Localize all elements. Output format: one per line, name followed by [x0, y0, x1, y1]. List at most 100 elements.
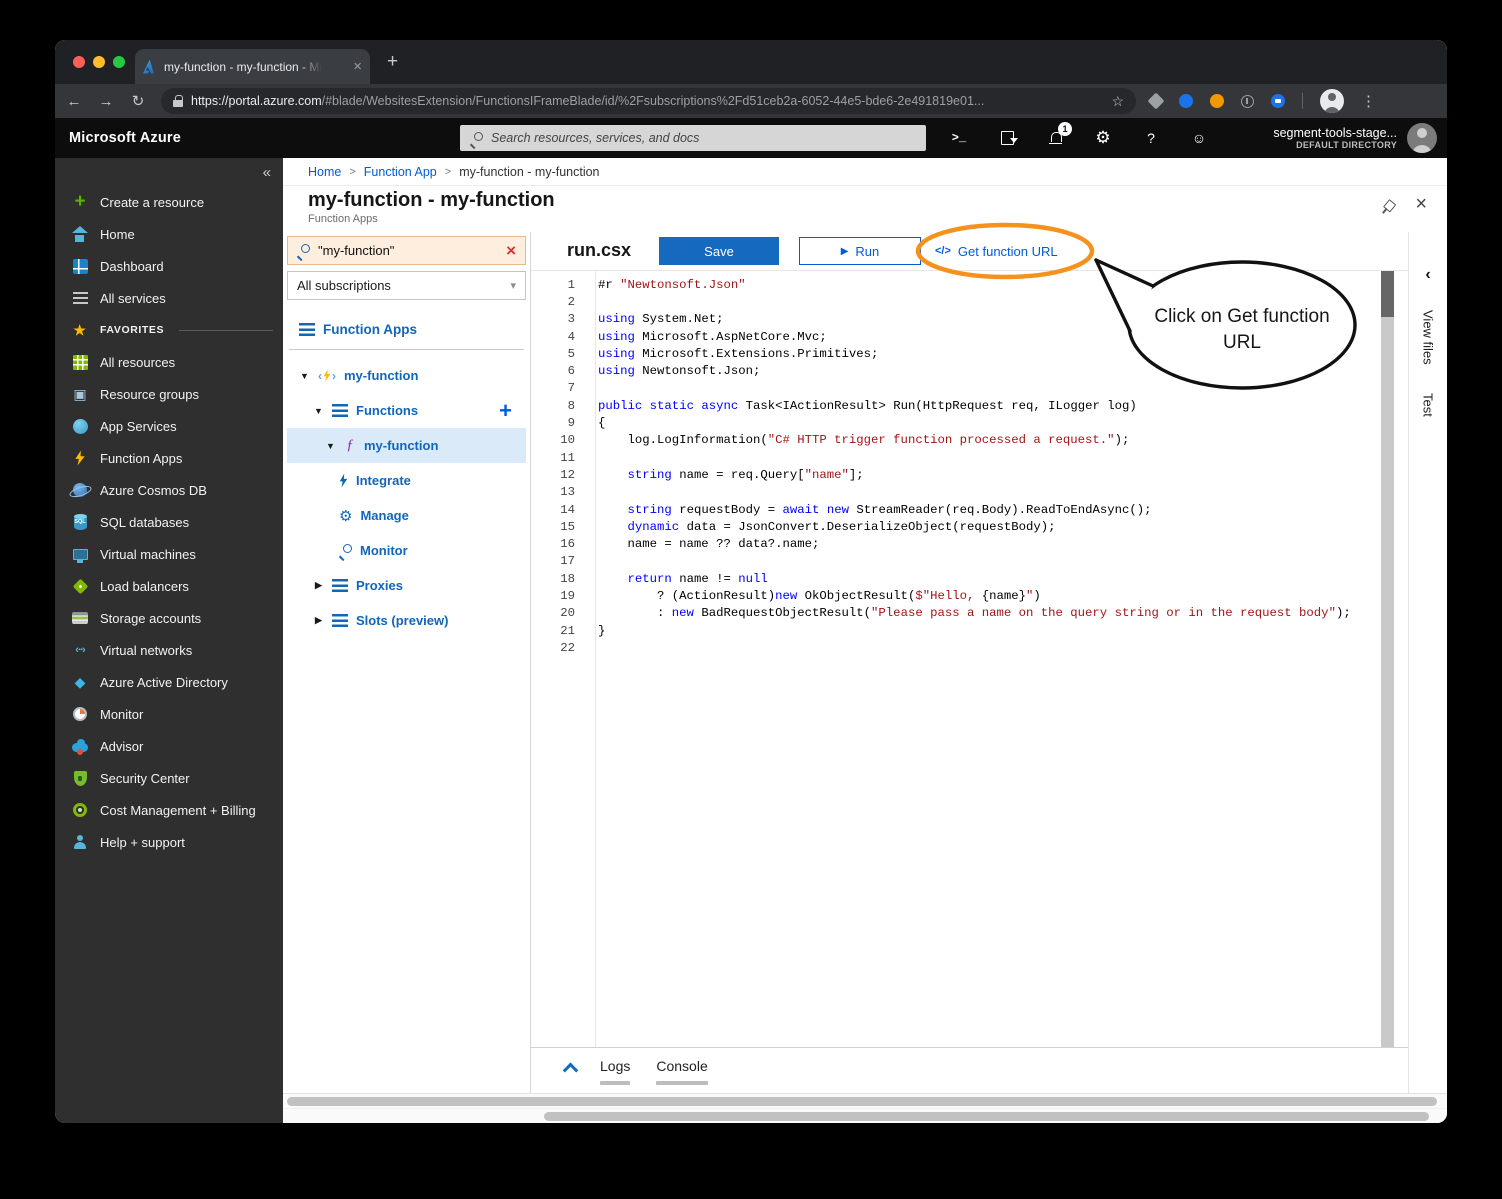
sidebar-item-virtual-machines[interactable]: Virtual machines: [55, 538, 283, 570]
refresh-icon[interactable]: ↻: [129, 92, 147, 110]
run-button[interactable]: ▶ Run: [799, 237, 921, 265]
search-icon: [470, 131, 483, 145]
right-rail: ‹ View files Test: [1409, 232, 1447, 1093]
sidebar-item-dashboard[interactable]: Dashboard: [55, 250, 283, 282]
extension-icon[interactable]: [1271, 94, 1285, 108]
close-window-button[interactable]: [73, 56, 85, 68]
function-app-icon: ‹ ›: [318, 368, 336, 383]
chevron-down-icon[interactable]: ▼: [299, 371, 310, 381]
browser-tab[interactable]: my-function - my-function - Mi ×: [135, 49, 370, 84]
extension-icon[interactable]: [1241, 94, 1254, 108]
bookmark-star-icon[interactable]: ☆: [1111, 93, 1124, 110]
sidebar-item-home[interactable]: Home: [55, 218, 283, 250]
sidebar-item-load-balancers[interactable]: Load balancers: [55, 570, 283, 602]
sidebar-item-azure-active-directory[interactable]: ◆ Azure Active Directory: [55, 666, 283, 698]
sidebar-item-create-a-resource[interactable]: + Create a resource: [55, 186, 283, 218]
add-function-button[interactable]: +: [499, 399, 512, 422]
breadcrumb-link-function-app[interactable]: Function App: [364, 165, 437, 179]
tree-item-my-function[interactable]: ▼ ‹ › my-function: [287, 358, 526, 393]
browser-profile-avatar[interactable]: [1320, 89, 1344, 113]
tab-close-icon[interactable]: ×: [353, 58, 362, 75]
subscriptions-dropdown[interactable]: All subscriptions ▾: [287, 271, 526, 300]
line-number: 2: [567, 294, 575, 309]
sidebar-item-label: Azure Active Directory: [100, 674, 228, 690]
sidebar-item-all-services[interactable]: All services: [55, 282, 283, 314]
vertical-scrollbar[interactable]: [1381, 271, 1394, 1047]
sidebar-item-all-resources[interactable]: All resources: [55, 346, 283, 378]
tree-item-slots-preview[interactable]: ▶ Slots (preview): [287, 603, 526, 638]
sidebar-item-security-center[interactable]: Security Center: [55, 762, 283, 794]
gauge-icon: [71, 706, 89, 723]
tree-item-proxies[interactable]: ▶ Proxies: [287, 568, 526, 603]
sidebar-item-virtual-networks[interactable]: ‹∙∙› Virtual networks: [55, 634, 283, 666]
address-bar[interactable]: https://portal.azure.com/#blade/Websites…: [161, 88, 1136, 114]
clear-search-icon[interactable]: ×: [506, 242, 516, 259]
horizontal-scrollbar[interactable]: [283, 1108, 1447, 1123]
code-text: name = name ?? data?.name;: [598, 537, 820, 552]
maximize-window-button[interactable]: [113, 56, 125, 68]
directory-filter-icon[interactable]: [998, 128, 1018, 148]
expand-logs-chevron-icon[interactable]: [562, 1062, 579, 1079]
tree-item-integrate[interactable]: Integrate: [287, 463, 526, 498]
help-icon[interactable]: ?: [1142, 128, 1160, 148]
breadcrumb-link-home[interactable]: Home: [308, 165, 341, 179]
chevron-down-icon[interactable]: ▼: [313, 406, 324, 416]
get-function-url-button[interactable]: </> Get function URL: [935, 237, 1058, 265]
sidebar-item-help-support[interactable]: Help + support: [55, 826, 283, 858]
sidebar-item-cost-management-billing[interactable]: Cost Management + Billing: [55, 794, 283, 826]
save-button[interactable]: Save: [659, 237, 779, 265]
tree-item-functions[interactable]: ▼ Functions +: [287, 393, 526, 428]
chevron-down-icon[interactable]: ▼: [325, 441, 336, 451]
tree-item-manage[interactable]: ⚙ Manage: [287, 498, 526, 533]
bottom-tab-logs[interactable]: Logs: [600, 1058, 630, 1085]
sidebar-item-sql-databases[interactable]: SQL SQL databases: [55, 506, 283, 538]
azure-search-input[interactable]: Search resources, services, and docs: [460, 125, 926, 151]
function-search-input[interactable]: "my-function" ×: [287, 236, 526, 265]
horizontal-scrollbar[interactable]: [283, 1093, 1447, 1108]
code-line: 8 public static async Task<IActionResult>…: [531, 397, 1408, 414]
blade-header: my-function - my-function Function Apps …: [283, 186, 1447, 232]
sidebar-item-azure-cosmos-db[interactable]: Azure Cosmos DB: [55, 474, 283, 506]
scrollbar-thumb[interactable]: [544, 1112, 1429, 1121]
scrollbar-thumb[interactable]: [1381, 271, 1394, 317]
chevron-right-icon[interactable]: ▶: [313, 615, 324, 626]
code-area[interactable]: 1 #r "Newtonsoft.Json" 2 3 using System.Net;…: [531, 270, 1408, 1047]
sidebar-item-label: App Services: [100, 418, 177, 434]
extension-icon[interactable]: [1147, 92, 1165, 110]
forward-icon[interactable]: →: [97, 93, 115, 110]
cloud-shell-icon[interactable]: >_: [950, 128, 968, 148]
browser-menu-icon[interactable]: ⋮: [1361, 92, 1376, 110]
sidebar-item-app-services[interactable]: App Services: [55, 410, 283, 442]
bottom-tab-console[interactable]: Console: [656, 1058, 707, 1085]
sidebar-item-label: Resource groups: [100, 386, 199, 402]
scrollbar-thumb[interactable]: [287, 1097, 1437, 1106]
sidebar-item-advisor[interactable]: Advisor: [55, 730, 283, 762]
sidebar-item-resource-groups[interactable]: ▣ Resource groups: [55, 378, 283, 410]
extension-icon[interactable]: [1210, 94, 1224, 108]
sidebar-item-function-apps[interactable]: Function Apps: [55, 442, 283, 474]
chevron-left-icon[interactable]: ‹: [1425, 266, 1430, 284]
account-avatar[interactable]: [1407, 123, 1437, 153]
back-icon[interactable]: ←: [65, 93, 83, 110]
function-search-value: "my-function": [318, 243, 395, 258]
line-number: 21: [560, 623, 575, 638]
tree-item-function-apps[interactable]: Function Apps: [287, 314, 526, 344]
chevron-right-icon[interactable]: ▶: [313, 580, 324, 591]
sidebar-item-label: Storage accounts: [100, 610, 202, 626]
new-tab-button[interactable]: +: [387, 52, 398, 71]
feedback-smiley-icon[interactable]: ☺: [1190, 128, 1208, 148]
extension-icon[interactable]: [1179, 94, 1193, 108]
settings-gear-icon[interactable]: ⚙: [1094, 128, 1112, 148]
tree-item-monitor[interactable]: Monitor: [287, 533, 526, 568]
tree-item-my-function[interactable]: ▼ ƒ my-function: [287, 428, 526, 463]
account-info[interactable]: segment-tools-stage... DEFAULT DIRECTORY: [1273, 126, 1397, 150]
sidebar-item-storage-accounts[interactable]: Storage accounts: [55, 602, 283, 634]
rail-tab-view-files[interactable]: View files: [1421, 310, 1436, 365]
sidebar-item-monitor[interactable]: Monitor: [55, 698, 283, 730]
notifications-bell-icon[interactable]: 1: [1046, 122, 1072, 148]
rail-tab-test[interactable]: Test: [1421, 393, 1436, 417]
minimize-window-button[interactable]: [93, 56, 105, 68]
close-blade-icon[interactable]: ×: [1415, 193, 1427, 216]
code-text: dynamic data = JsonConvert.DeserializeOb…: [627, 519, 1056, 534]
sidebar-collapse-icon[interactable]: «: [55, 160, 283, 186]
